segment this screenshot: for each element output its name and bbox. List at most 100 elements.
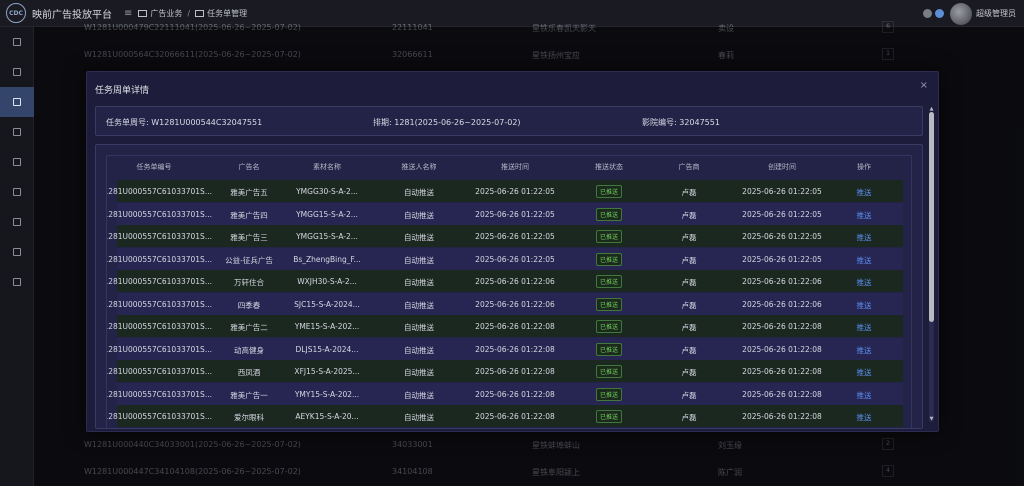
col-push-status: 推送状态 — [595, 163, 623, 171]
cell-ad-name: 雅美广告一 — [230, 390, 268, 400]
cell-material: YMGG15-S-A-2... — [296, 232, 358, 241]
cell-advertiser: 卢磊 — [681, 390, 697, 400]
sidebar-item-device[interactable] — [0, 237, 34, 267]
cell-created: 2025-06-26 01:22:08 — [742, 344, 822, 354]
cell-pusher: 自动推送 — [404, 345, 434, 355]
detail-table-panel: 任务单编号 广告名 素材名称 推送人名称 推送时间 推送状态 广告商 创建时间 … — [95, 144, 923, 429]
sidebar-item-settings[interactable] — [0, 207, 34, 237]
table-row[interactable]: W1281U000557C61033701S... 雅美广告四 YMGG15-S-A… — [107, 202, 903, 225]
push-link[interactable]: 推送 — [857, 322, 872, 333]
cell-task-id: W1281U000557C61033701S... — [106, 412, 212, 421]
col-push-time: 推送时间 — [501, 163, 529, 171]
cell-task-id: W1281U000557C61033701S... — [106, 299, 212, 309]
cell-advertiser: 卢磊 — [681, 233, 697, 242]
cell-created: 2025-06-26 01:22:06 — [742, 299, 822, 309]
col-advertiser: 广告商 — [678, 163, 700, 171]
sidebar-item-chart[interactable] — [0, 117, 34, 147]
cell-created: 2025-06-26 01:22:05 — [742, 209, 822, 219]
push-link[interactable]: 推送 — [857, 187, 872, 198]
ad-business-icon — [138, 9, 148, 17]
avatar[interactable] — [950, 2, 972, 25]
sidebar-item-document[interactable] — [0, 27, 34, 57]
task-detail-modal: 任务周单详情 × 任务单周号: W1281U000544C32047551 排期… — [86, 71, 939, 432]
close-icon[interactable]: × — [920, 80, 928, 91]
table-row[interactable]: W1281U000557C61033701S... 雅美广告三 YMGG15-S-A… — [107, 225, 903, 247]
push-link[interactable]: 推送 — [857, 210, 872, 221]
table-row[interactable]: W1281U000557C61033701S... 雅美广告二 YME15-S-A-… — [107, 315, 903, 337]
sidebar — [0, 27, 34, 486]
cell-pusher: 自动推送 — [404, 255, 434, 265]
cell-material: YMGG15-S-A-2... — [296, 209, 358, 219]
cell-created: 2025-06-26 01:22:05 — [742, 187, 822, 196]
cell-created: 2025-06-26 01:22:05 — [742, 232, 822, 241]
cell-advertiser: 卢磊 — [681, 210, 697, 220]
cell-created: 2025-06-26 01:22:08 — [742, 367, 822, 376]
sidebar-item-screen[interactable] — [0, 267, 34, 297]
chart-icon — [13, 128, 21, 136]
cell-task-id: W1281U000557C61033701S... — [106, 344, 212, 354]
cell-advertiser: 卢磊 — [681, 368, 697, 377]
col-task-id: 任务单编号 — [136, 163, 172, 171]
cell-ad-name: 公益-征兵广告 — [225, 255, 273, 265]
table-row[interactable]: W1281U000557C61033701S... 爱尔眼科 AEYK15-S-A-… — [107, 405, 903, 427]
cell-pusher: 自动推送 — [404, 413, 434, 422]
table-row[interactable]: W1281U000557C61033701S... 万轩住合 WXJH30-S-A-… — [107, 270, 903, 292]
push-link[interactable]: 推送 — [857, 345, 872, 356]
cell-material: Bs_ZhengBing_F... — [293, 254, 361, 264]
table-header: 任务单编号 广告名 素材名称 推送人名称 推送时间 推送状态 广告商 创建时间 … — [117, 162, 903, 176]
sidebar-item-report[interactable] — [0, 147, 34, 177]
cell-pusher: 自动推送 — [404, 278, 434, 287]
facebook-icon[interactable] — [935, 9, 944, 18]
table-row[interactable]: W1281U000557C61033701S... 公益-征兵广告 Bs_Zheng… — [107, 247, 903, 270]
cell-material: YMY15-S-A-202... — [294, 389, 360, 399]
username[interactable]: 超级管理员 — [976, 8, 1016, 19]
table-row[interactable]: W1281U000557C61033701S... 雅美广告五 YMGG30-S-A… — [107, 180, 903, 202]
modal-title: 任务周单详情 — [95, 86, 150, 96]
push-link[interactable]: 推送 — [857, 367, 872, 378]
sidebar-item-monitor[interactable] — [0, 87, 34, 117]
cell-material: AEYK15-S-A-20... — [295, 412, 359, 421]
cell-advertiser: 卢磊 — [681, 413, 697, 422]
cell-task-id: W1281U000557C61033701S... — [106, 367, 212, 376]
status-badge: 已推送 — [595, 207, 623, 221]
cell-created: 2025-06-26 01:22:05 — [742, 254, 822, 264]
monitor-icon — [13, 98, 21, 106]
cell-task-id: W1281U000557C61033701S... — [106, 209, 212, 219]
push-link[interactable]: 推送 — [857, 390, 872, 401]
task-info-bar: 任务单周号: W1281U000544C32047551 排期: 1281(20… — [95, 106, 923, 136]
table-row[interactable]: W1281U000557C61033701S... 西凤酒 XFJ15-S-A-20… — [107, 360, 903, 382]
status-badge: 已推送 — [595, 410, 623, 423]
table-row[interactable]: W1281U000557C61033701S... 四季春 SJC15-S-A-20… — [107, 292, 903, 315]
cell-material: SJC15-S-A-2024... — [294, 299, 360, 309]
push-link[interactable]: 推送 — [857, 300, 872, 311]
report-icon — [13, 158, 21, 166]
cell-task-id: W1281U000557C61033701S... — [106, 322, 212, 331]
cell-push-time: 2025-06-26 01:22:08 — [475, 344, 555, 354]
cell-push-time: 2025-06-26 01:22:06 — [475, 299, 555, 309]
home-icon — [13, 68, 21, 76]
sidebar-item-home[interactable] — [0, 57, 34, 87]
col-created: 创建时间 — [768, 163, 796, 171]
push-link[interactable]: 推送 — [857, 255, 872, 266]
device-icon — [13, 248, 21, 256]
sidebar-item-file[interactable] — [0, 177, 34, 207]
cell-task-id: W1281U000557C61033701S... — [106, 187, 212, 196]
col-material: 素材名称 — [313, 163, 341, 171]
app-root: CDC 映前广告投放平台 ≡ 广告业务 / 任务单管理 超级管理员 W1281U… — [0, 0, 1024, 486]
cell-ad-name: 爱尔眼科 — [234, 413, 264, 422]
cell-advertiser: 卢磊 — [681, 188, 697, 197]
scrollbar-thumb[interactable] — [929, 112, 934, 322]
push-link[interactable]: 推送 — [857, 412, 872, 423]
scroll-down-icon[interactable]: ▼ — [929, 416, 934, 422]
cell-pusher: 自动推送 — [404, 233, 434, 242]
table-row[interactable]: W1281U000557C61033701S... 动高健身 DLJS15-A-20… — [107, 337, 903, 360]
table-row[interactable]: W1281U000557C61033701S... 雅美广告一 YMY15-S-A-… — [107, 382, 903, 405]
cell-material: YME15-S-A-202... — [294, 322, 360, 331]
cell-created: 2025-06-26 01:22:06 — [742, 277, 822, 286]
push-link[interactable]: 推送 — [857, 277, 872, 288]
cell-material: YMGG30-S-A-2... — [296, 187, 358, 196]
push-link[interactable]: 推送 — [857, 232, 872, 243]
cell-push-time: 2025-06-26 01:22:05 — [475, 232, 555, 241]
cell-push-time: 2025-06-26 01:22:05 — [475, 254, 555, 264]
scrollbar[interactable] — [929, 112, 934, 422]
